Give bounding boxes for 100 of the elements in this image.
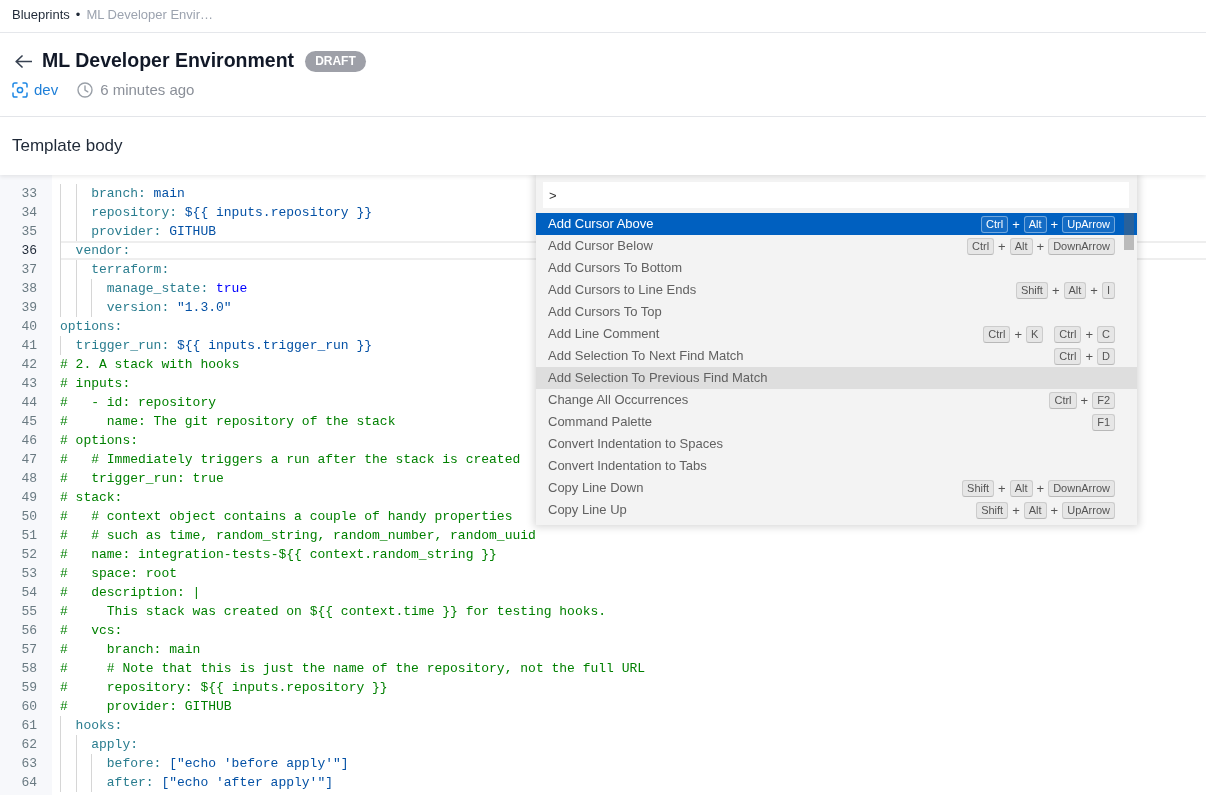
line-number: 64 <box>21 773 37 792</box>
line-number: 45 <box>21 412 37 431</box>
line-number: 43 <box>21 374 37 393</box>
shortcut-key: I <box>1101 281 1115 299</box>
line-number: 55 <box>21 602 37 621</box>
key-separator: + <box>998 238 1006 254</box>
code-line: # description: | <box>60 583 201 602</box>
section-title: Template body <box>12 135 123 158</box>
breadcrumb-link[interactable]: Blueprints <box>12 4 70 25</box>
line-number: 48 <box>21 469 37 488</box>
shortcut-key: UpArrow <box>1062 215 1115 233</box>
key-separator: + <box>1090 282 1098 298</box>
line-number: 33 <box>21 184 37 203</box>
command-item[interactable]: Change All Occurrences Ctrl + F2 <box>536 389 1137 411</box>
line-number: 34 <box>21 203 37 222</box>
key-separator: + <box>1012 216 1020 232</box>
code-line: # name: integration-tests-${{ context.random_string }} <box>60 545 497 564</box>
line-number: 61 <box>21 716 37 735</box>
key-separator: + <box>1050 216 1059 232</box>
key-separator: + <box>1051 282 1060 298</box>
line-number: 39 <box>21 298 37 317</box>
command-item[interactable]: Copy Line Up Shift + Alt + UpArrow <box>536 499 1137 521</box>
line-number: 56 <box>21 621 37 640</box>
shortcut-key: Shift <box>962 479 995 497</box>
shortcut-key: K <box>1026 325 1044 343</box>
breadcrumb-separator: • <box>75 5 81 24</box>
shortcut-key: DownArrow <box>1048 479 1115 497</box>
command-item[interactable]: Add Cursors To Bottom <box>536 257 1137 279</box>
line-number: 38 <box>21 279 37 298</box>
shortcut-key: C <box>1097 325 1115 343</box>
code-line: # repository: ${{ inputs.repository }} <box>60 678 388 697</box>
shortcut-key: UpArrow <box>1062 501 1115 519</box>
command-item[interactable]: Convert Indentation to Spaces <box>536 433 1137 455</box>
command-input[interactable]: > <box>543 182 1129 208</box>
code-line: branch: main <box>91 184 185 203</box>
space-link[interactable]: dev <box>34 78 59 102</box>
code-line: options: <box>60 317 123 336</box>
line-number: 62 <box>21 735 37 754</box>
line-number: 44 <box>21 393 37 412</box>
line-number: 63 <box>21 754 37 773</box>
code-line: provider: GITHUB <box>91 222 216 241</box>
line-number: 35 <box>21 222 37 241</box>
updated-time: 6 minutes ago <box>100 79 195 100</box>
code-line: before: ["echo 'before apply'"] <box>106 754 349 773</box>
code-line: # # context object contains a couple of handy properties <box>60 507 513 526</box>
code-line: # 2. A stack with hooks <box>60 355 240 374</box>
key-separator: + <box>1036 238 1045 254</box>
shortcut-key: Ctrl <box>1054 325 1082 343</box>
command-item[interactable]: Add Cursors To Top <box>536 301 1137 323</box>
shortcut-key: Alt <box>1063 281 1087 299</box>
command-item[interactable]: Convert Indentation to Tabs <box>536 455 1137 477</box>
key-separator: + <box>1085 326 1094 342</box>
shortcut-key: Alt <box>1009 237 1033 255</box>
shortcut-key: Ctrl <box>983 325 1011 343</box>
command-item[interactable]: Add Line Comment Ctrl + K Ctrl + C <box>536 323 1137 345</box>
code-line: # name: The git repository of the stack <box>60 412 396 431</box>
shortcut-key: F2 <box>1092 391 1115 409</box>
line-number: 36 <box>21 241 37 260</box>
command-item[interactable]: Add Cursor Below Ctrl + Alt + DownArrow <box>536 235 1137 257</box>
line-number: 40 <box>21 317 37 336</box>
code-line: # # such as time, random_string, random_number, random_uuid <box>60 526 536 545</box>
shortcut-key: Ctrl <box>981 215 1009 233</box>
command-item[interactable]: Add Cursor Above Ctrl + Alt + UpArrow <box>536 213 1137 235</box>
code-line: # options: <box>60 431 138 450</box>
line-number: 47 <box>21 450 37 469</box>
line-number: 60 <box>21 697 37 716</box>
key-separator: + <box>998 480 1006 496</box>
code-line: terraform: <box>91 260 170 279</box>
command-item[interactable]: Add Cursors to Line Ends Shift + Alt + I <box>536 279 1137 301</box>
line-number: 59 <box>21 678 37 697</box>
key-separator: + <box>1012 502 1020 518</box>
line-number: 53 <box>21 564 37 583</box>
key-separator: + <box>1014 326 1022 342</box>
back-arrow-icon[interactable] <box>15 54 32 68</box>
line-number: 49 <box>21 488 37 507</box>
line-number: 52 <box>21 545 37 564</box>
command-item[interactable]: Copy Line Down Shift + Alt + DownArrow <box>536 477 1137 499</box>
shortcut-key: Shift <box>1015 281 1048 299</box>
line-number: 42 <box>21 355 37 374</box>
scan-icon <box>12 82 28 98</box>
line-number: 50 <box>21 507 37 526</box>
code-line: # branch: main <box>60 640 201 659</box>
code-line: # inputs: <box>60 374 131 393</box>
shortcut-key: Alt <box>1009 479 1033 497</box>
scrollbar-thumb[interactable] <box>1124 213 1134 250</box>
code-line: trigger_run: ${{ inputs.trigger_run }} <box>75 336 373 355</box>
command-item[interactable]: Add Selection To Next Find Match Ctrl + D <box>536 345 1137 367</box>
line-number: 58 <box>21 659 37 678</box>
shortcut-key: Alt <box>1023 215 1047 233</box>
line-number: 37 <box>21 260 37 279</box>
command-item[interactable]: Command Palette F1 <box>536 411 1137 433</box>
command-item[interactable]: Add Selection To Previous Find Match <box>536 367 1137 389</box>
clock-icon <box>77 82 94 98</box>
code-line: # stack: <box>60 488 123 507</box>
code-line: # space: root <box>60 564 178 583</box>
code-line: version: "1.3.0" <box>106 298 232 317</box>
shortcut-key: F1 <box>1092 413 1115 431</box>
key-separator: + <box>1085 348 1094 364</box>
shortcut-key: Ctrl <box>1054 347 1082 365</box>
code-line: # vcs: <box>60 621 123 640</box>
